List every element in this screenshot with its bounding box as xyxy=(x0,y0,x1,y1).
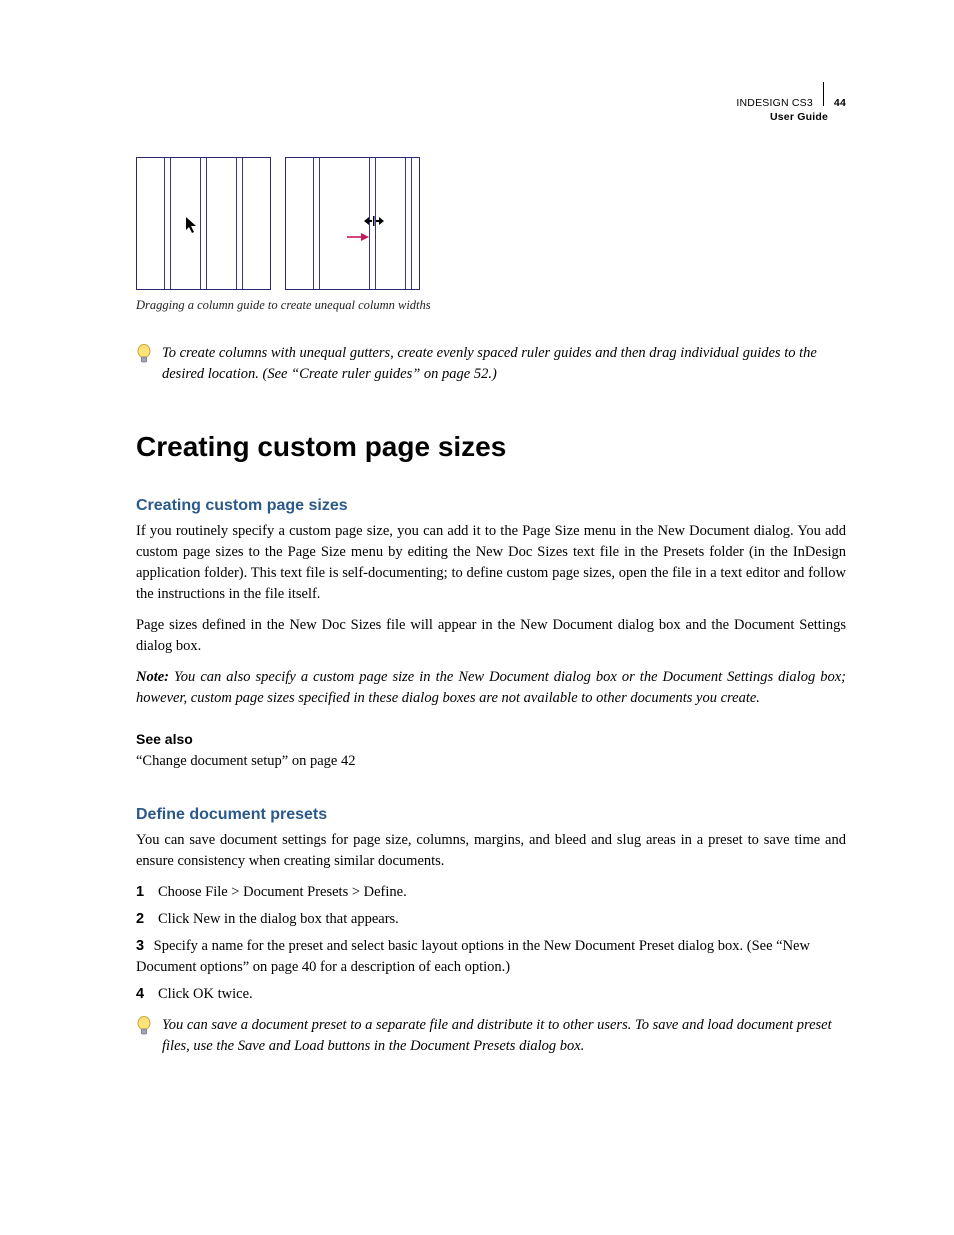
step-text: Click New in the dialog box that appears… xyxy=(158,909,846,930)
body-paragraph: Page sizes defined in the New Doc Sizes … xyxy=(136,615,846,657)
heading-1: Creating custom page sizes xyxy=(136,431,846,463)
cursor-arrow-icon xyxy=(185,216,199,239)
figure-panel-after xyxy=(285,157,420,290)
page-header: INDESIGN CS3 44 User Guide xyxy=(736,82,846,124)
header-divider xyxy=(823,82,824,106)
heading-2-define: Define document presets xyxy=(136,806,846,824)
step-text: Specify a name for the preset and select… xyxy=(136,938,810,975)
step-4: 4 Click OK twice. xyxy=(136,984,846,1005)
resize-horizontal-icon xyxy=(364,215,384,229)
lightbulb-icon xyxy=(136,1016,154,1057)
product-name: INDESIGN CS3 xyxy=(736,96,813,110)
lightbulb-icon xyxy=(136,344,154,385)
step-3: 3 Specify a name for the preset and sele… xyxy=(136,936,846,978)
tip-block-2: You can save a document preset to a sepa… xyxy=(136,1015,846,1057)
figure-panel-before xyxy=(136,157,271,290)
heading-3-see-also: See also xyxy=(136,731,846,747)
step-number: 3 xyxy=(136,936,150,957)
step-number: 2 xyxy=(136,909,150,930)
step-text: Click OK twice. xyxy=(158,984,846,1005)
body-paragraph: If you routinely specify a custom page s… xyxy=(136,521,846,605)
step-2: 2 Click New in the dialog box that appea… xyxy=(136,909,846,930)
note-body: You can also specify a custom page size … xyxy=(136,669,846,706)
see-also-item: “Change document setup” on page 42 xyxy=(136,751,846,772)
tip-text: To create columns with unequal gutters, … xyxy=(162,343,846,385)
note-paragraph: Note: You can also specify a custom page… xyxy=(136,667,846,709)
drag-arrow-icon xyxy=(347,232,365,242)
header-subtitle: User Guide xyxy=(736,110,828,124)
figure-caption: Dragging a column guide to create unequa… xyxy=(136,298,846,313)
step-number: 4 xyxy=(136,984,150,1005)
note-label: Note: xyxy=(136,669,169,685)
step-number: 1 xyxy=(136,882,150,903)
tip-block-1: To create columns with unequal gutters, … xyxy=(136,343,846,385)
body-paragraph: You can save document settings for page … xyxy=(136,830,846,872)
heading-2-creating: Creating custom page sizes xyxy=(136,497,846,515)
figure-row xyxy=(136,157,846,290)
page-number: 44 xyxy=(834,96,846,110)
tip-text: You can save a document preset to a sepa… xyxy=(162,1015,846,1057)
step-text: Choose File > Document Presets > Define. xyxy=(158,882,846,903)
step-1: 1 Choose File > Document Presets > Defin… xyxy=(136,882,846,903)
